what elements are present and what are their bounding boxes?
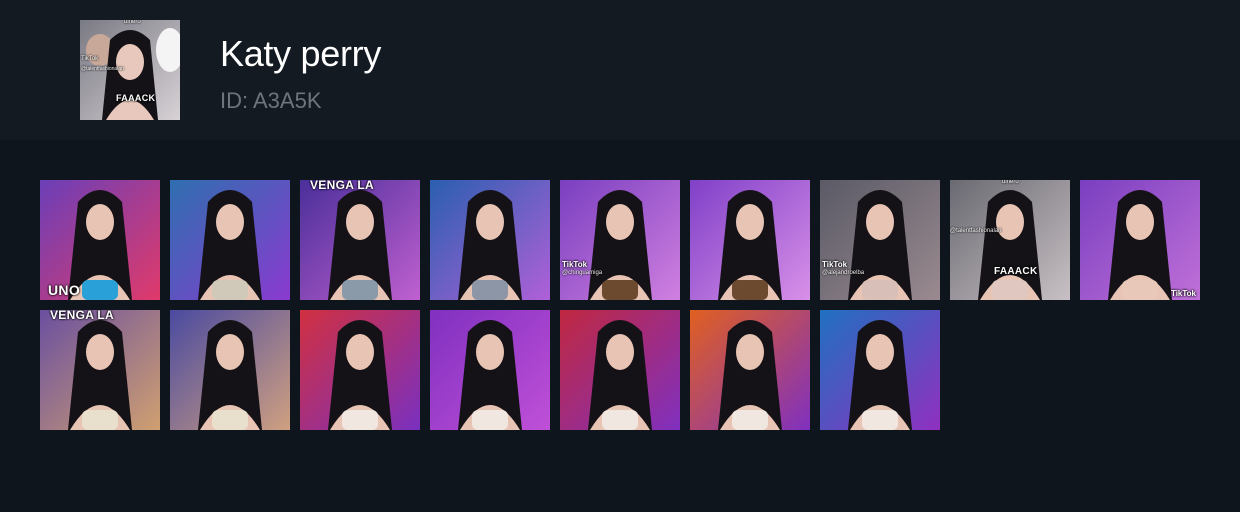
video-thumbnail[interactable]: dinero @talentfashionalan FAAACK xyxy=(950,180,1070,300)
video-thumbnail[interactable] xyxy=(430,310,550,430)
thumbnail-image xyxy=(40,310,160,430)
thumbnail-overlay-text: VENGA LA xyxy=(310,180,374,192)
thumbnail-overlay-text: UNO xyxy=(48,282,81,298)
video-thumbnail[interactable] xyxy=(690,180,810,300)
avatar-handle: @talentfashionalan xyxy=(81,66,124,72)
profile-header: dinero TikTok @talentfashionalan FAAACK … xyxy=(0,0,1240,140)
thumbnail-image xyxy=(690,180,810,300)
thumbnail-image xyxy=(560,310,680,430)
video-thumbnail[interactable]: TikTok xyxy=(1080,180,1200,300)
video-thumbnail[interactable] xyxy=(170,180,290,300)
thumbnail-caption: FAAACK xyxy=(994,266,1038,277)
video-thumbnail[interactable]: VENGA LA xyxy=(40,310,160,430)
video-thumbnail[interactable]: TikTok @alejandroelba xyxy=(820,180,940,300)
video-thumbnail[interactable]: VENGA LA xyxy=(300,180,420,300)
video-thumbnail[interactable] xyxy=(170,310,290,430)
avatar-caption: FAAACK xyxy=(116,93,156,103)
thumbnail-image xyxy=(170,180,290,300)
thumbnail-handle: @talentfashionalan xyxy=(950,228,1002,234)
video-thumbnail[interactable]: UNO xyxy=(40,180,160,300)
thumbnail-grid: UNO VENGA LA TikTok @chinguamiga TikTok @alej… xyxy=(40,180,1210,430)
thumbnail-image xyxy=(1080,180,1200,300)
thumbnail-overlay-text: VENGA LA xyxy=(50,310,114,322)
thumbnail-image xyxy=(560,180,680,300)
thumbnail-image xyxy=(820,180,940,300)
thumbnail-image xyxy=(820,310,940,430)
thumbnail-handle: @chinguamiga xyxy=(562,270,603,276)
thumbnail-tiktok-label: TikTok xyxy=(1170,289,1196,298)
avatar-tiktok-label: TikTok xyxy=(81,56,99,62)
profile-id: ID: A3A5K xyxy=(220,88,322,113)
thumbnail-top-text: dinero xyxy=(1002,180,1019,185)
thumbnail-image xyxy=(430,180,550,300)
thumbnail-image xyxy=(170,310,290,430)
avatar-top-text: dinero xyxy=(124,20,141,25)
thumbnail-image xyxy=(690,310,810,430)
thumbnail-image xyxy=(430,310,550,430)
video-thumbnail[interactable] xyxy=(820,310,940,430)
video-thumbnail[interactable] xyxy=(690,310,810,430)
thumbnail-image xyxy=(300,180,420,300)
thumbnail-handle: @alejandroelba xyxy=(822,270,865,276)
video-thumbnail[interactable] xyxy=(560,310,680,430)
thumbnail-image xyxy=(950,180,1070,300)
video-thumbnail[interactable] xyxy=(430,180,550,300)
thumbnail-image xyxy=(300,310,420,430)
profile-name: Katy perry xyxy=(220,33,382,74)
profile-avatar[interactable]: dinero TikTok @talentfashionalan FAAACK xyxy=(80,20,180,120)
thumbnail-tiktok-label: TikTok xyxy=(822,260,848,269)
video-thumbnail[interactable]: TikTok @chinguamiga xyxy=(560,180,680,300)
video-thumbnail[interactable] xyxy=(300,310,420,430)
thumbnail-tiktok-label: TikTok xyxy=(562,260,588,269)
